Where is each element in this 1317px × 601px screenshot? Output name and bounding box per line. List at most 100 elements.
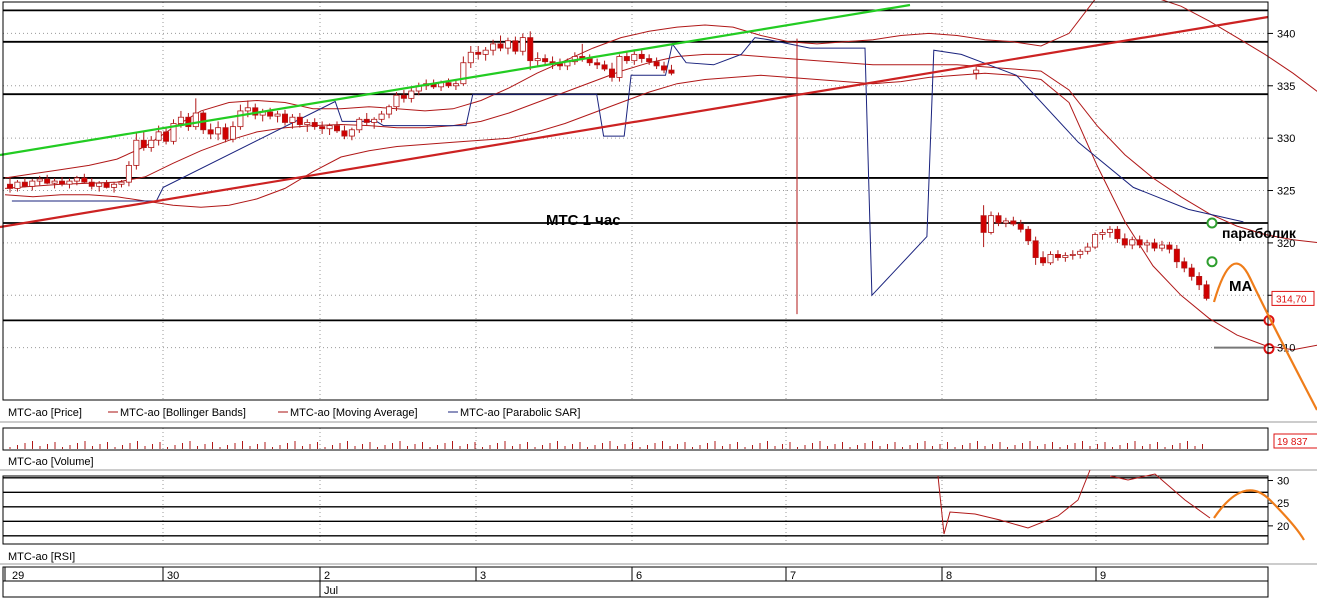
candle-body (1054, 254, 1061, 258)
volume-last-label: 19 837 (1277, 437, 1308, 448)
parabolic-sar (11, 37, 1275, 355)
x-tick-label: 2 (324, 570, 330, 582)
candle-body (980, 215, 987, 233)
candle-body (73, 177, 80, 182)
candle-body (616, 56, 623, 78)
last-price-label: 314,70 (1276, 294, 1307, 305)
x-month-label: Jul (324, 585, 338, 597)
candle-body (7, 183, 13, 189)
candle-body (995, 215, 1002, 224)
candle-body (140, 139, 147, 148)
x-tick-label: 8 (946, 570, 952, 582)
candle-body (36, 178, 43, 182)
volume-panel-frame (2, 427, 1269, 451)
candle-body (296, 116, 303, 125)
candle-body (96, 182, 103, 187)
ma-label: МА (1229, 278, 1252, 295)
rsi-line (937, 469, 1211, 535)
sar-dot (1263, 343, 1275, 355)
candle-body (237, 110, 244, 128)
candle-body (1077, 250, 1084, 255)
price-candles (7, 31, 1210, 301)
trendline-green (0, 3, 911, 157)
candle-body (1144, 242, 1151, 246)
rsi-panel-frame (2, 475, 1269, 545)
sar-dot (1206, 256, 1218, 268)
candle-body (1151, 242, 1158, 249)
rsi-tick-label: 30 (1277, 476, 1289, 488)
y-tick-label: 325 (1277, 186, 1295, 198)
volume-panel: МТС-ао [Volume] 19 837 (8, 433, 1317, 468)
candle-body (1188, 267, 1195, 277)
x-tick-label: 3 (480, 570, 486, 582)
candle-body (661, 65, 668, 71)
candle-body (527, 37, 534, 62)
candle-body (281, 113, 288, 123)
candle-body (623, 56, 630, 62)
candle-body (519, 37, 526, 52)
candle-body (222, 127, 229, 140)
candle-body (207, 129, 214, 135)
candle-body (497, 43, 504, 49)
candle-body (482, 49, 489, 55)
candle-body (638, 53, 645, 59)
candle-body (118, 181, 125, 185)
candle-body (1084, 246, 1091, 252)
candle-body (289, 116, 296, 123)
candle-body (594, 62, 601, 66)
candle-body (1069, 254, 1076, 256)
candle-body (408, 90, 415, 99)
candle-body (601, 64, 608, 70)
candle-body (326, 125, 333, 130)
y-tick-label: 340 (1277, 28, 1295, 40)
x-axis: 29 30 2 3 6 7 8 9 Jul (2, 566, 1269, 598)
candle-body (1129, 239, 1136, 246)
parabolic-label: параболик (1222, 225, 1297, 241)
candle-body (1106, 228, 1113, 233)
legend: МТС-ао [Price] МТС-ао [Bollinger Bands] МТ… (8, 407, 580, 419)
candle-body (133, 139, 140, 166)
candle-body (1114, 228, 1121, 240)
candle-body (631, 53, 638, 62)
candle-body (192, 112, 199, 128)
candle-body (1181, 261, 1188, 269)
axes[interactable]: 310320325330335340314,70 (0, 1, 1317, 565)
candle-body (1203, 284, 1210, 299)
candle-body (1092, 234, 1099, 248)
candle-body (445, 82, 452, 87)
grid (3, 2, 1268, 544)
price-panel-frame (2, 1, 1269, 401)
candle-body (21, 181, 28, 187)
candle-body (244, 107, 251, 112)
candle-body (371, 118, 378, 123)
candle-body (51, 180, 58, 184)
candle-body (460, 62, 467, 85)
candle-body (1166, 244, 1173, 250)
candle-body (66, 180, 73, 185)
candle-body (348, 129, 355, 137)
candle-body (319, 126, 326, 130)
candle-body (59, 180, 66, 185)
candle-body (304, 122, 311, 125)
candle-body (1010, 220, 1017, 225)
candle-body (386, 106, 393, 115)
candle-body (452, 83, 459, 87)
candle-body (44, 178, 51, 184)
chart-title-annotation: МТС 1 час (546, 212, 621, 229)
candle-body (475, 51, 482, 55)
legend-item: МТС-ао [Bollinger Bands] (120, 407, 246, 419)
candle-body (334, 125, 341, 132)
x-tick-label: 6 (636, 570, 642, 582)
candle-body (363, 118, 370, 123)
candle-body (1040, 257, 1047, 264)
legend-item: МТС-ао [Price] (8, 407, 82, 419)
annotations: МТС 1 час параболик МА (546, 212, 1317, 541)
candle-body (542, 58, 549, 63)
candle-body (267, 111, 274, 117)
candle-body (1062, 255, 1069, 258)
candle-body (490, 43, 497, 51)
candle-body (393, 94, 400, 108)
candle-body (467, 51, 474, 64)
candle-body (378, 113, 385, 120)
rsi-tick-label: 20 (1277, 521, 1289, 533)
